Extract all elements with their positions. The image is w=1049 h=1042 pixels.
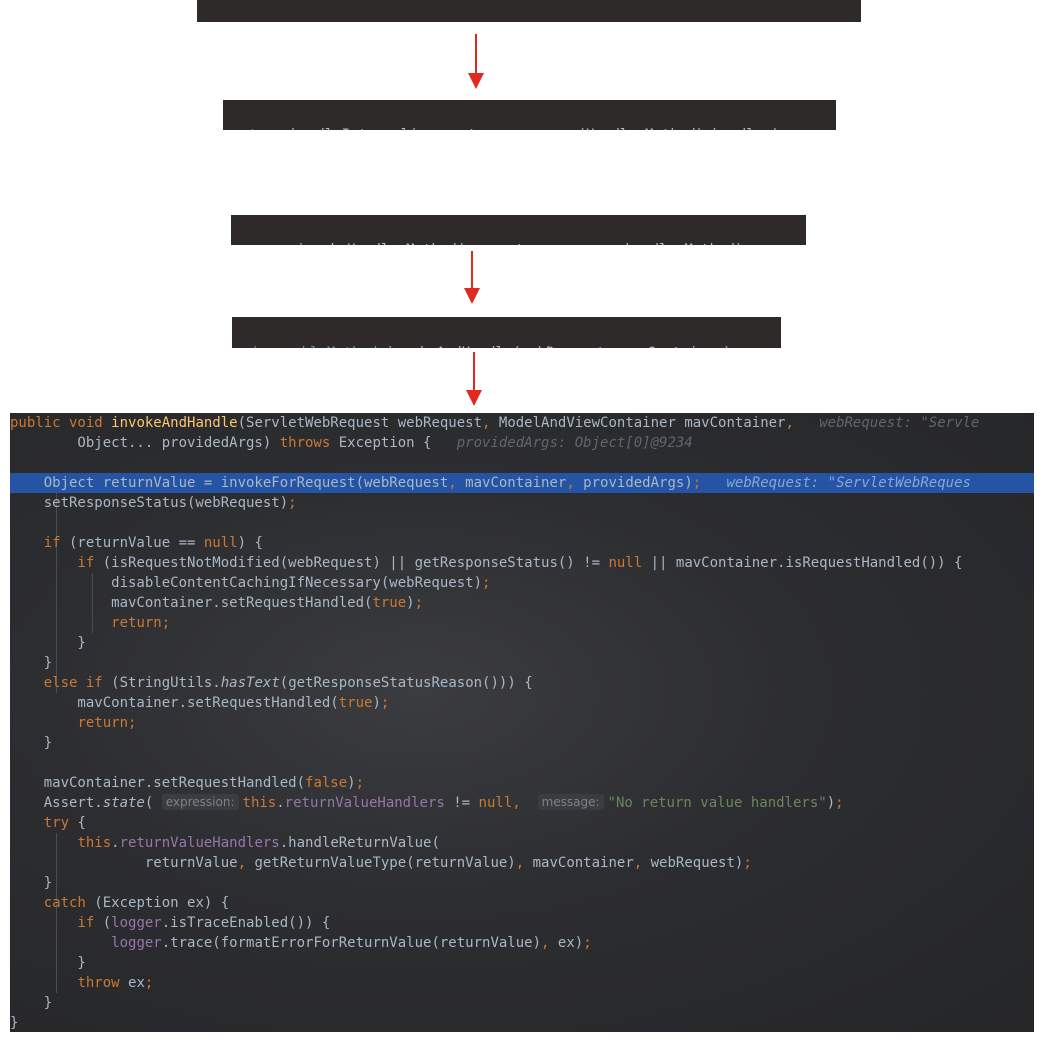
- code-line: returnValue, getReturnValueType(returnVa…: [10, 855, 752, 871]
- code-line: }: [10, 995, 53, 1011]
- code-line: }: [10, 655, 53, 671]
- down-arrow-icon: [464, 251, 480, 306]
- code-snippet-handle-internal: return handleInternal(request, response,…: [223, 100, 836, 130]
- code-line: }: [10, 735, 53, 751]
- code-line: catch (Exception ex) {: [43, 895, 230, 911]
- code-line: mavContainer.setRequestHandled(false);: [10, 775, 365, 791]
- code-line: Object... providedArgs) throws Exception…: [10, 435, 693, 451]
- code-snippet-invoke-and-handle: invocableMethod.invokeAndHandle(webReque…: [232, 317, 781, 348]
- code-line: else if (StringUtils.hasText(getResponse…: [43, 675, 533, 691]
- code-line: }: [10, 635, 86, 651]
- param-hint-expression: expression:: [161, 794, 239, 810]
- code-line: return;: [77, 715, 137, 731]
- debug-hint: webRequest: "Servle: [819, 415, 980, 431]
- code-line: if (logger.isTraceEnabled()) {: [77, 915, 331, 931]
- code-line: }: [10, 1015, 19, 1031]
- code-line: try {: [43, 815, 86, 831]
- invocable-method-link[interactable]: invocableMethod: [251, 345, 377, 348]
- code-editor[interactable]: public void invokeAndHandle(ServletWebRe…: [10, 413, 1034, 1032]
- code-line: }: [10, 955, 86, 971]
- code-snippet-invoke-handler-method: mav = invokeHandlerMethod(request, respo…: [231, 215, 806, 245]
- param-hint-message: message:: [537, 794, 604, 810]
- code-line: }: [10, 875, 53, 891]
- code-line: return;: [111, 615, 171, 631]
- debug-hint: providedArgs: Object[0]@9234: [456, 435, 693, 451]
- code-line: this.returnValueHandlers.handleReturnVal…: [77, 835, 440, 851]
- code-line: disableContentCachingIfNecessary(webRequ…: [10, 575, 491, 591]
- string-literal: "No return value handlers": [607, 795, 827, 811]
- code-line: logger.trace(formatErrorForReturnValue(r…: [111, 935, 592, 951]
- down-arrow-icon: [468, 34, 484, 89]
- code-line: if (isRequestNotModified(webRequest) || …: [77, 555, 963, 571]
- current-execution-line[interactable]: Object returnValue = invokeForRequest(we…: [10, 473, 1034, 493]
- debug-hint: webRequest: "ServletWebReques: [726, 475, 971, 491]
- code-snippet-handle: mv = ha.handle(processedRequest, respons…: [197, 0, 861, 22]
- code-line: mavContainer.setRequestHandled(true);: [10, 595, 424, 611]
- down-arrow-icon: [466, 352, 482, 407]
- code-line: throw ex;: [77, 975, 154, 991]
- code-line: Assert.state( expression: this.returnValu…: [10, 794, 844, 811]
- code-line: public void invokeAndHandle(ServletWebRe…: [10, 415, 980, 431]
- code-line: setResponseStatus(webRequest);: [10, 495, 297, 511]
- code-line: if (returnValue == null) {: [43, 535, 263, 551]
- code-line: mavContainer.setRequestHandled(true);: [10, 695, 390, 711]
